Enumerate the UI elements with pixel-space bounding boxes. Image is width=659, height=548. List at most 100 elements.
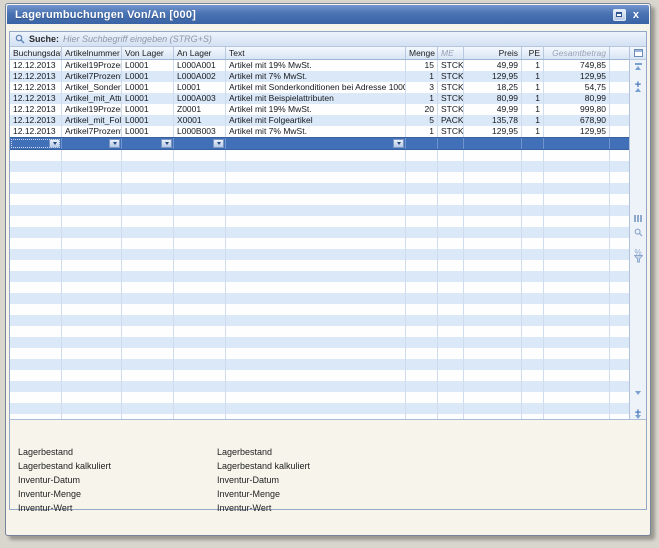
new-row-cell-an-lager[interactable]	[174, 138, 226, 149]
empty-row[interactable]	[10, 370, 629, 381]
new-row-cell-text[interactable]	[226, 138, 406, 149]
empty-row[interactable]	[10, 403, 629, 414]
cell-menge[interactable]: 20	[406, 104, 438, 115]
cell-an-lager[interactable]: L000A002	[174, 71, 226, 82]
empty-row[interactable]	[10, 227, 629, 238]
grid-search-button[interactable]	[630, 228, 646, 237]
column-header-artikelnummer[interactable]: Artikelnummer	[62, 47, 122, 59]
cell-an-lager[interactable]: L000B003	[174, 126, 226, 137]
cell-gesamtbetrag[interactable]: 999,80	[544, 104, 610, 115]
cell-artikelnummer[interactable]: Artikel7Prozent	[62, 71, 122, 82]
dropdown-button[interactable]	[393, 139, 404, 148]
table-row[interactable]: 12.12.2013Artikel_mit_FolgeartikelL0001X…	[10, 115, 629, 126]
dropdown-button[interactable]	[49, 139, 60, 148]
empty-row[interactable]	[10, 194, 629, 205]
dropdown-button[interactable]	[109, 139, 120, 148]
cell-menge[interactable]: 1	[406, 93, 438, 104]
cell-me[interactable]: STCK	[438, 71, 464, 82]
cell-me[interactable]: STCK	[438, 82, 464, 93]
cell-filler[interactable]	[610, 82, 629, 93]
cell-preis[interactable]: 129,95	[464, 126, 522, 137]
cell-me[interactable]: STCK	[438, 126, 464, 137]
table-row[interactable]: 12.12.2013Artikel_SonderkonditionL0001L0…	[10, 82, 629, 93]
empty-row[interactable]	[10, 304, 629, 315]
cell-gesamtbetrag[interactable]: 129,95	[544, 71, 610, 82]
empty-row[interactable]	[10, 216, 629, 227]
cell-gesamtbetrag[interactable]: 678,90	[544, 115, 610, 126]
restore-button[interactable]	[613, 9, 626, 21]
cell-preis[interactable]: 80,99	[464, 93, 522, 104]
cell-buchungsdatum[interactable]: 12.12.2013	[10, 126, 62, 137]
cell-von-lager[interactable]: L0001	[122, 60, 174, 71]
cell-von-lager[interactable]: L0001	[122, 93, 174, 104]
new-row-cell-pe[interactable]	[522, 138, 544, 149]
scroll-to-top-button[interactable]	[630, 63, 646, 70]
cell-buchungsdatum[interactable]: 12.12.2013	[10, 71, 62, 82]
empty-row[interactable]	[10, 392, 629, 403]
cell-text[interactable]: Artikel mit 7% MwSt.	[226, 71, 406, 82]
close-button[interactable]: x	[631, 9, 641, 21]
empty-row[interactable]	[10, 326, 629, 337]
cell-artikelnummer[interactable]: Artikel7Prozent	[62, 126, 122, 137]
cell-me[interactable]: STCK	[438, 104, 464, 115]
column-header-filler[interactable]	[610, 47, 629, 59]
cell-an-lager[interactable]: X0001	[174, 115, 226, 126]
dropdown-button[interactable]	[213, 139, 224, 148]
scroll-up-button[interactable]	[630, 88, 646, 92]
empty-row[interactable]	[10, 161, 629, 172]
cell-filler[interactable]	[610, 126, 629, 137]
column-header-preis[interactable]: Preis	[464, 47, 522, 59]
cell-von-lager[interactable]: L0001	[122, 126, 174, 137]
cell-von-lager[interactable]: L0001	[122, 82, 174, 93]
search-input[interactable]: Hier Suchbegriff eingeben (STRG+S)	[63, 34, 212, 44]
cell-text[interactable]: Artikel mit Folgeartikel	[226, 115, 406, 126]
cell-an-lager[interactable]: L000A003	[174, 93, 226, 104]
cell-text[interactable]: Artikel mit Beispielattributen	[226, 93, 406, 104]
search-bar[interactable]: Suche: Hier Suchbegriff eingeben (STRG+S…	[10, 32, 646, 47]
cell-pe[interactable]: 1	[522, 93, 544, 104]
column-header-von-lager[interactable]: Von Lager	[122, 47, 174, 59]
empty-row[interactable]	[10, 205, 629, 216]
cell-pe[interactable]: 1	[522, 115, 544, 126]
title-bar[interactable]: Lagerumbuchungen Von/An [000] x	[7, 5, 649, 24]
cell-preis[interactable]: 135,78	[464, 115, 522, 126]
cell-me[interactable]: STCK	[438, 60, 464, 71]
cell-pe[interactable]: 1	[522, 126, 544, 137]
cell-menge[interactable]: 1	[406, 126, 438, 137]
new-row-cell-me[interactable]	[438, 138, 464, 149]
grid-side-strip[interactable]	[629, 47, 646, 419]
column-header-gesamtbetrag[interactable]: Gesamtbetrag	[544, 47, 610, 59]
cell-filler[interactable]	[610, 104, 629, 115]
empty-row[interactable]	[10, 315, 629, 326]
new-row-cell-preis[interactable]	[464, 138, 522, 149]
filter-button[interactable]	[630, 255, 646, 263]
columns-button[interactable]	[630, 215, 646, 222]
column-header-an-lager[interactable]: An Lager	[174, 47, 226, 59]
cell-artikelnummer[interactable]: Artikel_mit_Folgeartikel	[62, 115, 122, 126]
cell-gesamtbetrag[interactable]: 129,95	[544, 126, 610, 137]
empty-row[interactable]	[10, 282, 629, 293]
cell-me[interactable]: PACK	[438, 115, 464, 126]
scroll-down-button[interactable]	[630, 391, 646, 395]
cell-artikelnummer[interactable]: Artikel19Prozent	[62, 104, 122, 115]
cell-menge[interactable]: 15	[406, 60, 438, 71]
cell-filler[interactable]	[610, 93, 629, 104]
empty-row[interactable]	[10, 293, 629, 304]
cell-gesamtbetrag[interactable]: 54,75	[544, 82, 610, 93]
cell-filler[interactable]	[610, 115, 629, 126]
empty-row[interactable]	[10, 150, 629, 161]
cell-text[interactable]: Artikel mit 19% MwSt.	[226, 60, 406, 71]
cell-artikelnummer[interactable]: Artikel_mit_Attributen	[62, 93, 122, 104]
cell-von-lager[interactable]: L0001	[122, 115, 174, 126]
cell-buchungsdatum[interactable]: 12.12.2013	[10, 93, 62, 104]
new-row-cell-filler[interactable]	[610, 138, 629, 149]
cell-an-lager[interactable]: Z0001	[174, 104, 226, 115]
empty-row[interactable]	[10, 271, 629, 282]
column-header-pe[interactable]: PE	[522, 47, 544, 59]
dropdown-button[interactable]	[161, 139, 172, 148]
cell-gesamtbetrag[interactable]: 749,85	[544, 60, 610, 71]
cell-menge[interactable]: 3	[406, 82, 438, 93]
empty-row[interactable]	[10, 249, 629, 260]
new-row-cell-von-lager[interactable]	[122, 138, 174, 149]
cell-an-lager[interactable]: L0001	[174, 82, 226, 93]
